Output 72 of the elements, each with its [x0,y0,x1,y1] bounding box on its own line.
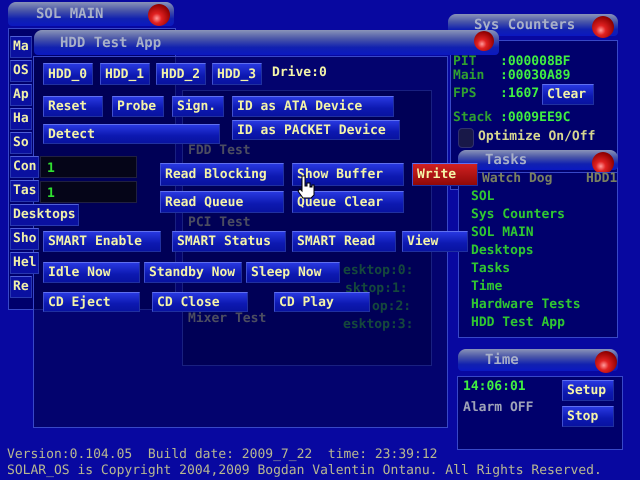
menu-item[interactable]: Con [10,156,40,178]
task-item[interactable]: SOL [471,188,581,206]
counter-label: FPS [453,86,476,102]
task-item[interactable]: HDD1 [586,171,618,187]
action-button[interactable]: Show Buffer [292,163,404,186]
action-button[interactable]: Standby Now [144,262,242,283]
clock-time: 14:06:01 [463,379,526,395]
menu-item[interactable]: Ha [10,108,32,130]
counter-label: PIT [453,54,476,69]
output-field: 1 [40,156,137,178]
counter-value: :000008BF [500,54,570,69]
counter-label: Main [453,68,484,84]
alarm-status: Alarm OFF [463,400,534,416]
action-button[interactable]: Sign. [172,96,224,117]
action-button[interactable]: ID as PACKET Device [232,120,400,140]
drive-button[interactable]: HDD_3 [212,63,262,85]
output-field: 1 [40,181,137,203]
menu-item[interactable]: Sho [10,228,40,250]
task-item[interactable]: SOL MAIN [471,224,581,242]
task-item[interactable]: HDD Test App [471,314,581,332]
drive-button[interactable]: HDD_0 [43,63,93,85]
action-button[interactable]: Read Queue [160,191,284,213]
action-button[interactable]: Sleep Now [246,262,340,283]
action-button[interactable]: Reset [43,96,103,117]
menu-item[interactable]: Ap [10,84,32,106]
desktop-label: esktop:0: [343,263,414,279]
task-item[interactable]: Tasks [471,260,581,278]
menu-item[interactable]: OS [10,60,32,82]
task-item[interactable]: Watch Dog [482,171,552,187]
action-button[interactable]: Idle Now [43,262,140,283]
action-button[interactable]: View [402,231,468,252]
menu-item[interactable]: Tas [10,180,40,202]
menu-item[interactable]: Re [10,276,32,298]
menu-item[interactable]: So [10,132,32,154]
task-item[interactable]: Desktops [471,242,581,260]
action-button[interactable]: CD Play [274,292,370,312]
write-button[interactable]: Write [412,163,478,186]
time-button[interactable]: Stop [562,406,614,427]
menu-item[interactable]: Ma [10,36,32,58]
menu-item[interactable]: Desktops [10,204,79,226]
drive-button[interactable]: HDD_1 [100,63,150,85]
action-button[interactable]: Probe [112,96,164,117]
time-button[interactable]: Setup [562,380,614,401]
status-text: SOLAR_OS is Copyright 2004,2009 Bogdan Valentin Ontanu. All Rights Reserved. [7,463,602,479]
counter-value: :0009EE9C [500,110,570,126]
action-button[interactable]: SMART Enable [43,231,161,252]
task-item[interactable]: Hardware Tests [471,296,581,314]
checkbox-label: Optimize On/Off [478,129,596,145]
action-button[interactable]: Queue Clear [292,191,404,213]
action-button[interactable]: CD Eject [43,292,140,312]
action-button[interactable]: CD Close [152,292,248,312]
window-title: SOL MAIN [8,2,174,26]
window-title: HDD Test App [34,30,499,55]
checkbox[interactable] [458,128,474,148]
action-button[interactable]: SMART Status [172,231,286,252]
task-item[interactable]: Time [471,278,581,296]
counter-label: Stack [453,110,492,126]
desktop-label: op:2: [372,299,412,315]
action-button[interactable]: ID as ATA Device [232,96,394,117]
desktop-label: esktop:3: [343,317,414,333]
action-button[interactable]: SMART Read [292,231,396,252]
window-title: Time [458,349,618,371]
menu-item[interactable]: Hel [10,252,40,274]
drive-label: Drive:0 [272,65,327,81]
drive-button[interactable]: HDD_2 [156,63,206,85]
clear-button[interactable]: Clear [542,84,594,105]
action-button[interactable]: Detect [43,124,220,144]
counter-value: :00030A89 [500,68,570,84]
action-button[interactable]: Read Blocking [160,163,284,186]
task-item[interactable]: Sys Counters [471,206,581,224]
status-text: Version:0.104.05 Build date: 2009_7_22 time: 23:39:12 [7,447,438,463]
counter-value: :1607 [500,86,540,102]
